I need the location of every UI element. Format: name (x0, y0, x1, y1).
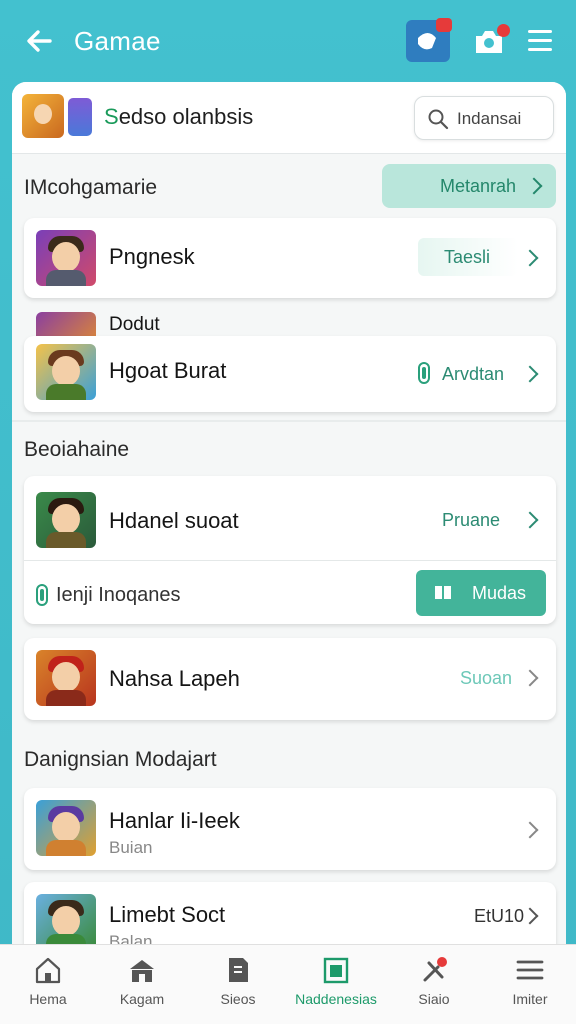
chevron-right-icon (521, 511, 539, 529)
row-action-label[interactable]: Suoan (460, 668, 512, 689)
row-title: Hgoat Burat (109, 358, 227, 383)
section1-more-button[interactable]: Metanrah (382, 164, 556, 208)
panel-title: Sedso olanbsis (104, 104, 254, 129)
row-divider (24, 560, 556, 561)
chevron-right-icon (521, 669, 539, 687)
nav-item-siaio[interactable]: Siaio (386, 945, 482, 1024)
chevron-right-icon (521, 365, 539, 383)
game-avatar (36, 492, 96, 548)
menu-icon[interactable] (528, 30, 552, 54)
chevron-right-icon (525, 177, 543, 195)
list-item[interactable]: Nahsa Lapeh Suoan (24, 638, 556, 720)
notification-badge (436, 18, 452, 32)
chevron-right-icon (521, 249, 539, 267)
store-icon (323, 957, 349, 984)
panel-header: Sedso olanbsis Indansai (12, 82, 566, 154)
document-icon (229, 958, 248, 982)
chevron-right-icon (521, 907, 539, 925)
nav-item-home[interactable]: Hema (0, 945, 96, 1024)
camera-badge (497, 24, 510, 37)
tools-icon (423, 957, 447, 982)
nav-item-naddenesias[interactable]: Naddenesias (286, 945, 386, 1024)
main-panel: Sedso olanbsis Indansai IMcohgamarie Met… (12, 82, 566, 962)
mudas-button[interactable]: Mudas (416, 570, 546, 616)
row-title: Pngnesk (109, 244, 195, 269)
shop-icon (130, 960, 154, 982)
section-title-1: IMcohgamarie (24, 176, 158, 199)
search-icon (428, 109, 449, 130)
list-item[interactable]: Pngnesk Taesli (24, 218, 556, 298)
bottom-navigation: Hema Kagam Sieos Naddenesias Siaio Imite… (0, 944, 576, 1024)
app-logo (22, 94, 96, 138)
toggle-icon[interactable] (36, 584, 48, 606)
top-app-bar: Gamae (0, 0, 576, 84)
row-subtitle: Buian (109, 838, 153, 857)
search-input[interactable]: Indansai (414, 96, 554, 140)
row-title: Hanlar Ii-Ieek (109, 808, 240, 833)
notification-button[interactable] (406, 18, 452, 62)
section-title-2: Beoiahaine (24, 438, 130, 461)
nav-item-sieos[interactable]: Sieos (190, 945, 286, 1024)
row-title: Nahsa Lapeh (109, 666, 240, 691)
game-avatar (36, 650, 96, 706)
row-action-label[interactable]: Arvdtan (442, 364, 504, 385)
section-title-3: Danignsian Modajart (24, 748, 217, 771)
list-item[interactable]: Hgoat Burat Arvdtan (24, 336, 556, 412)
row-title: Limebt Soct (109, 902, 226, 927)
game-avatar (36, 800, 96, 856)
nav-item-kagam[interactable]: Kagam (94, 945, 190, 1024)
nav-item-imiter[interactable]: Imiter (482, 945, 576, 1024)
arrow-left-icon[interactable] (22, 24, 56, 58)
list-group: Hdanel suoat Pruane Ienji Inoqanes Mudas (24, 476, 556, 624)
divider (12, 420, 566, 422)
row-action-label[interactable]: EtU10 (474, 906, 524, 927)
row-action-label[interactable]: Pruane (442, 510, 500, 531)
row-title: Dodut (109, 314, 160, 335)
camera-button[interactable] (472, 24, 510, 58)
list-item[interactable]: Hanlar Ii-Ieek Buian (24, 788, 556, 870)
game-avatar (36, 894, 96, 950)
row-title[interactable]: Hdanel suoat (109, 508, 239, 534)
game-avatar (36, 230, 96, 286)
book-icon (435, 586, 451, 599)
row-action-pill[interactable]: Taesli (418, 238, 518, 276)
home-icon (35, 957, 61, 984)
toggle-icon[interactable] (418, 362, 430, 384)
toggle-label: Ienji Inoqanes (56, 584, 181, 606)
search-placeholder: Indansai (457, 109, 522, 128)
list-menu-icon (516, 960, 544, 980)
app-title: Gamae (74, 26, 161, 56)
game-avatar (36, 344, 96, 400)
chevron-right-icon (521, 821, 539, 839)
